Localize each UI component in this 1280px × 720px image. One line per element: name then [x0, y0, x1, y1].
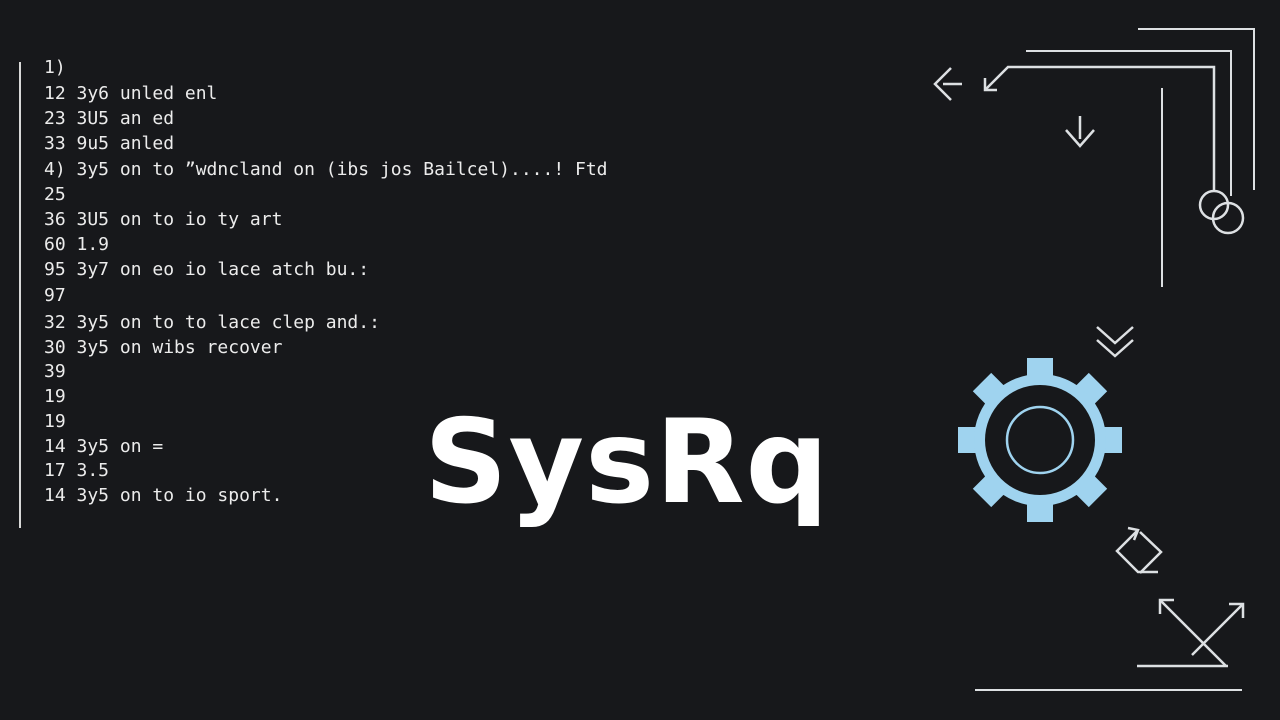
gear-icon: [958, 358, 1122, 522]
crossed-arrows-icon: [1137, 598, 1245, 668]
arrow-left-icon: [933, 67, 962, 101]
cycle-arrows-icon: [1115, 526, 1163, 574]
arrow-up-left-icon: [983, 65, 1216, 190]
sysrq-screen: 1) 12 3y6 unled enl 23 3U5 an ed 33 9u5 …: [0, 0, 1280, 720]
linked-rings-icon: [1198, 189, 1245, 235]
double-chevron-down-icon: [1096, 326, 1134, 358]
decorative-line-art: [933, 28, 1255, 691]
download-icon: [1065, 116, 1095, 148]
